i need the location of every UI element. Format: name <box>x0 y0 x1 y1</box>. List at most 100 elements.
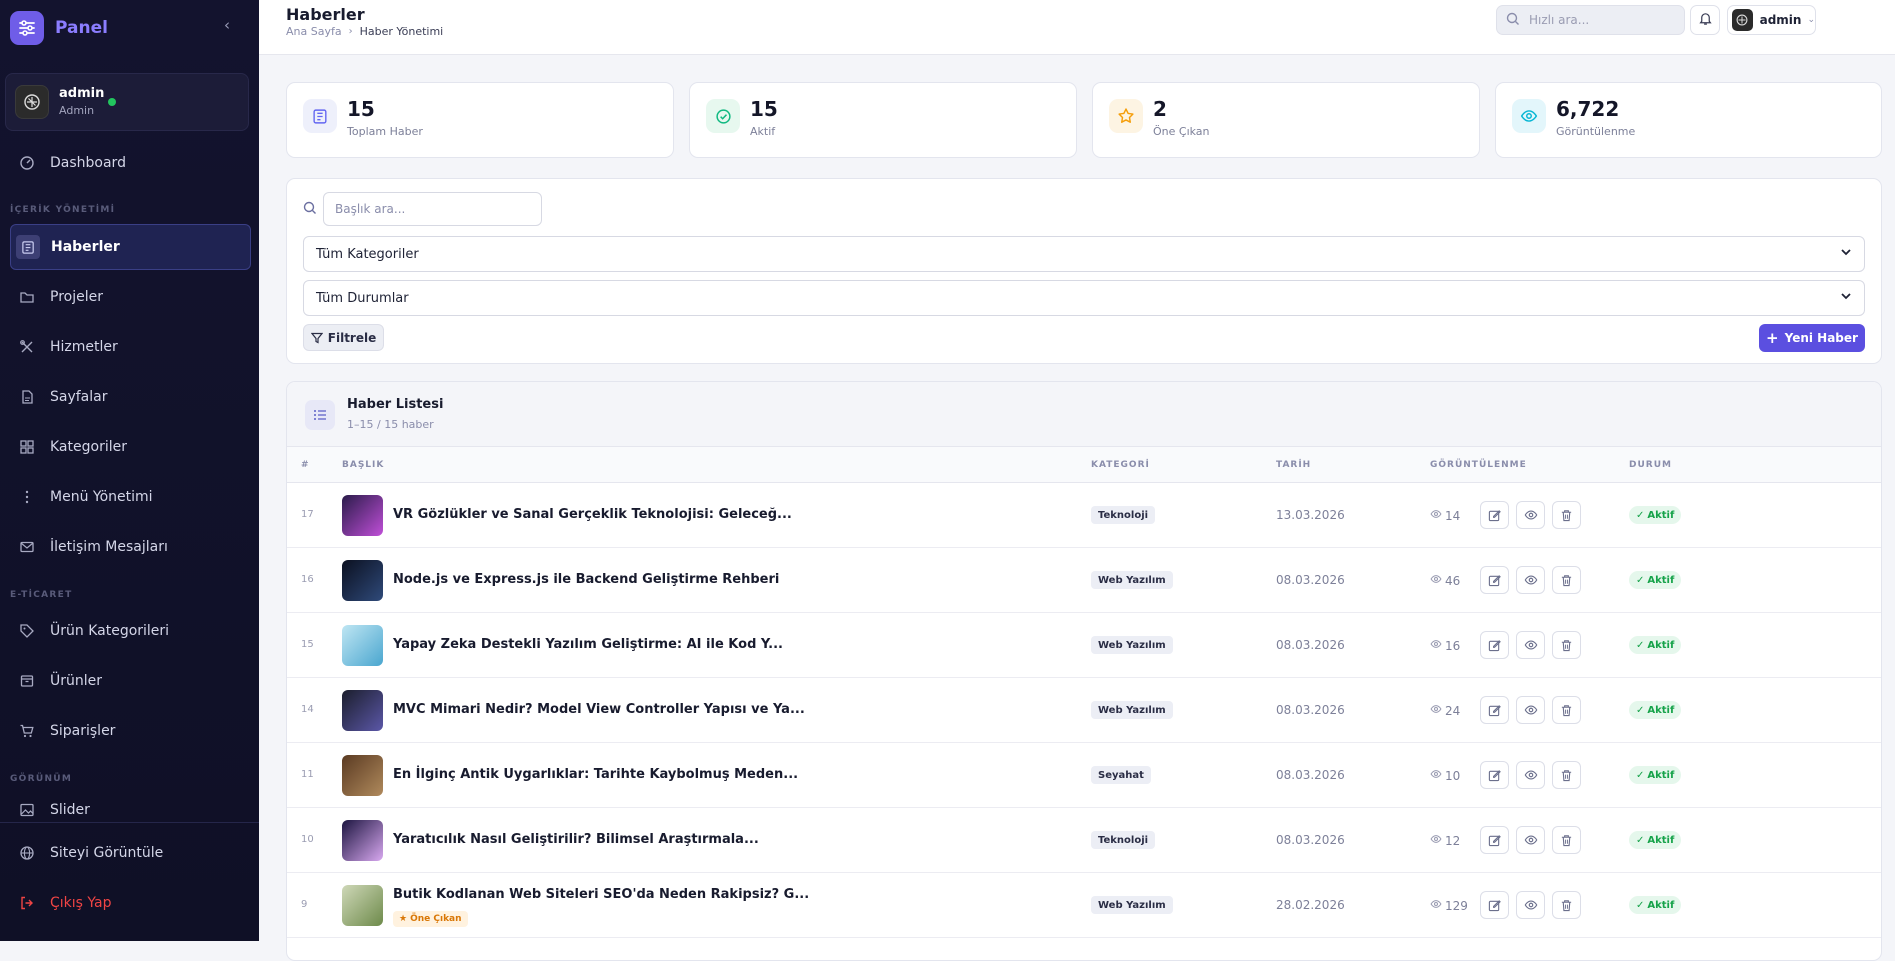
edit-button[interactable] <box>1480 891 1509 919</box>
trash-icon <box>1560 834 1573 847</box>
status-badge: ✓ Aktif <box>1629 766 1682 784</box>
user-menu-button[interactable]: admin ⌄ <box>1727 5 1816 35</box>
logout-button[interactable]: Çıkış Yap <box>10 880 251 926</box>
sidebar-item-iletisim-mesajlari[interactable]: İletişim Mesajları <box>10 524 251 570</box>
sidebar-item-label: Ürün Kategorileri <box>50 623 170 639</box>
view-count: 46 <box>1430 573 1460 588</box>
preview-button[interactable] <box>1516 696 1545 724</box>
sidebar-item-hizmetler[interactable]: Hizmetler <box>10 324 251 370</box>
sidebar-item-dashboard[interactable]: Dashboard <box>10 140 251 186</box>
category-badge: Seyahat <box>1091 766 1151 784</box>
category-select[interactable]: Tüm Kategoriler <box>303 236 1865 272</box>
delete-button[interactable] <box>1552 501 1581 529</box>
status-label: Aktif <box>1647 899 1675 911</box>
eye-icon <box>1430 638 1442 653</box>
column-header[interactable]: KATEGORİ <box>1091 460 1150 470</box>
news-list-card: Haber Listesi 1–15 / 15 haber # BAŞLIK K… <box>286 381 1882 961</box>
quick-search[interactable] <box>1496 5 1685 35</box>
brand[interactable]: Panel <box>10 10 108 46</box>
breadcrumb: Ana Sayfa › Haber Yönetimi <box>286 25 443 38</box>
preview-button[interactable] <box>1516 501 1545 529</box>
eye-icon <box>1524 508 1538 522</box>
column-header[interactable]: GÖRÜNTÜLENME <box>1430 460 1527 470</box>
sidebar-item-kategoriler[interactable]: Kategoriler <box>10 424 251 470</box>
chevron-right-icon: › <box>348 26 353 37</box>
preview-button[interactable] <box>1516 566 1545 594</box>
sidebar-item-projeler[interactable]: Projeler <box>10 274 251 320</box>
sidebar-item-urunler[interactable]: Ürünler <box>10 658 251 704</box>
title-search <box>303 192 542 226</box>
sliders-icon <box>10 11 44 45</box>
delete-button[interactable] <box>1552 566 1581 594</box>
table-row: 16 Node.js ve Express.js ile Backend Geli… <box>287 548 1881 613</box>
table-row: 10 Yaratıcılık Nasıl Geliştirilir? Bilims… <box>287 808 1881 873</box>
sidebar-item-sayfalar[interactable]: Sayfalar <box>10 374 251 420</box>
sidebar-item-label: Sayfalar <box>50 389 108 405</box>
delete-button[interactable] <box>1552 826 1581 854</box>
collapse-sidebar-button[interactable]: ‹ <box>218 16 236 34</box>
eye-icon <box>1524 768 1538 782</box>
quick-search-input[interactable] <box>1529 13 1669 27</box>
new-news-button[interactable]: + Yeni Haber <box>1759 324 1865 352</box>
view-count-value: 10 <box>1445 768 1461 783</box>
preview-button[interactable] <box>1516 891 1545 919</box>
delete-button[interactable] <box>1552 891 1581 919</box>
column-header[interactable]: BAŞLIK <box>342 460 384 470</box>
status-select[interactable]: Tüm Durumlar <box>303 280 1865 316</box>
edit-button[interactable] <box>1480 826 1509 854</box>
delete-button[interactable] <box>1552 631 1581 659</box>
edit-button[interactable] <box>1480 566 1509 594</box>
sidebar-item-label: Menü Yönetimi <box>50 489 153 505</box>
preview-button[interactable] <box>1516 631 1545 659</box>
news-title-link[interactable]: VR Gözlükler ve Sanal Gerçeklik Teknoloj… <box>393 507 792 522</box>
sidebar-user-card[interactable]: admin Admin <box>5 73 249 131</box>
star-icon: ★ <box>399 914 408 924</box>
news-title-link[interactable]: En İlginç Antik Uygarlıklar: Tarihte Kay… <box>393 767 798 782</box>
row-id: 15 <box>301 639 314 650</box>
sidebar-item-label: Slider <box>50 802 90 818</box>
news-title-link[interactable]: Butik Kodlanan Web Siteleri SEO'da Neden… <box>393 887 809 902</box>
view-site-link[interactable]: Siteyi Görüntüle <box>10 830 251 876</box>
column-header[interactable]: DURUM <box>1629 460 1672 470</box>
sidebar-item-siparisler[interactable]: Siparişler <box>10 708 251 754</box>
preview-button[interactable] <box>1516 826 1545 854</box>
edit-button[interactable] <box>1480 631 1509 659</box>
sidebar-item-menu-yonetimi[interactable]: Menü Yönetimi <box>10 474 251 520</box>
edit-icon <box>1488 639 1501 652</box>
news-title-link[interactable]: MVC Mimari Nedir? Model View Controller … <box>393 702 805 717</box>
news-title-link[interactable]: Yapay Zeka Destekli Yazılım Geliştirme: … <box>393 637 783 652</box>
filter-icon <box>310 332 323 344</box>
edit-icon <box>1488 769 1501 782</box>
edit-button[interactable] <box>1480 761 1509 789</box>
sidebar-item-label: Haberler <box>51 239 120 255</box>
category-badge: Web Yazılım <box>1091 701 1173 719</box>
preview-button[interactable] <box>1516 761 1545 789</box>
eye-icon <box>1430 573 1442 588</box>
page-icon <box>18 388 36 406</box>
tools-icon <box>18 338 36 356</box>
edit-button[interactable] <box>1480 501 1509 529</box>
eye-icon <box>1524 833 1538 847</box>
tag-icon <box>18 622 36 640</box>
news-title-link[interactable]: Node.js ve Express.js ile Backend Gelişt… <box>393 572 779 587</box>
news-list-count: 1–15 / 15 haber <box>347 418 434 431</box>
category-select-value: Tüm Kategoriler <box>316 246 419 262</box>
eye-icon <box>1524 703 1538 717</box>
globe-icon <box>18 844 36 862</box>
edit-icon <box>1488 509 1501 522</box>
sidebar-item-haberler[interactable]: Haberler <box>10 224 251 270</box>
title-search-input[interactable] <box>323 192 542 226</box>
delete-button[interactable] <box>1552 696 1581 724</box>
notifications-button[interactable] <box>1690 5 1720 35</box>
sidebar-item-urun-kategorileri[interactable]: Ürün Kategorileri <box>10 608 251 654</box>
table-header: # BAŞLIK KATEGORİ TARİH GÖRÜNTÜLENME DUR… <box>287 447 1881 483</box>
breadcrumb-home-link[interactable]: Ana Sayfa <box>286 25 342 38</box>
news-title-link[interactable]: Yaratıcılık Nasıl Geliştirilir? Bilimsel… <box>393 832 759 847</box>
column-header[interactable]: TARİH <box>1276 460 1311 470</box>
filter-button[interactable]: Filtrele <box>303 324 384 351</box>
edit-button[interactable] <box>1480 696 1509 724</box>
trash-icon <box>1560 574 1573 587</box>
trash-icon <box>1560 639 1573 652</box>
delete-button[interactable] <box>1552 761 1581 789</box>
news-date: 08.03.2026 <box>1276 703 1345 717</box>
